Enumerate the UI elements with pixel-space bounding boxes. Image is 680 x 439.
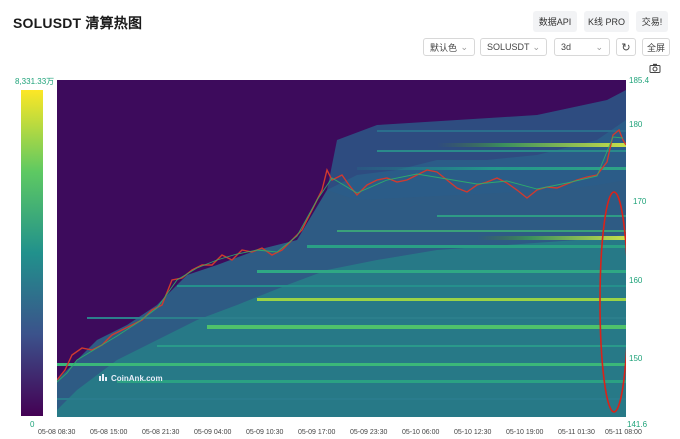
data-api-button[interactable]: 数据API [533, 11, 577, 32]
coinank-logo-icon [98, 373, 108, 384]
color-scale-bar [21, 90, 43, 416]
fullscreen-button[interactable]: 全屏 [642, 38, 670, 56]
symbol-value: SOLUSDT [487, 42, 530, 52]
chevron-down-icon: ⌄ [460, 42, 468, 52]
watermark-text: CoinAnk.com [111, 374, 163, 383]
x-tick-label: 05-08 21:30 [142, 429, 180, 436]
color-scale-max-label: 8,331.33万 [15, 77, 55, 86]
chevron-down-icon: ⌄ [532, 42, 540, 52]
refresh-icon: ↻ [621, 41, 631, 54]
trade-button[interactable]: 交易! [636, 11, 668, 32]
color-scheme-value: 默认色 [430, 42, 458, 53]
x-tick-label: 05-09 04:00 [194, 429, 232, 436]
x-tick-label: 05-09 17:00 [298, 429, 336, 436]
y-tick-label: 141.6 [627, 420, 648, 429]
y-tick-label: 160 [629, 276, 643, 285]
y-tick-label: 185.4 [629, 76, 650, 85]
x-tick-label: 05-11 08:00 [605, 429, 642, 436]
x-tick-label: 05-10 06:00 [402, 429, 440, 436]
color-scale-min-label: 0 [30, 420, 35, 429]
x-tick-label: 05-11 01:30 [558, 429, 595, 436]
period-select[interactable]: 3d ⌄ [554, 38, 610, 56]
x-tick-label: 05-08 15:00 [90, 429, 128, 436]
x-tick-label: 05-09 23:30 [350, 429, 388, 436]
y-tick-label: 180 [629, 120, 643, 129]
refresh-button[interactable]: ↻ [616, 38, 636, 56]
coinank-watermark: CoinAnk.com [98, 373, 163, 384]
symbol-select[interactable]: SOLUSDT ⌄ [480, 38, 547, 56]
x-tick-label: 05-10 12:30 [454, 429, 492, 436]
y-tick-label: 150 [629, 354, 643, 363]
camera-icon[interactable] [649, 63, 661, 76]
y-tick-label: 170 [633, 197, 647, 206]
page-title: SOLUSDT 清算热图 [13, 15, 143, 31]
x-tick-label: 05-09 10:30 [246, 429, 284, 436]
kline-pro-button[interactable]: K线 PRO [584, 11, 629, 32]
x-tick-label: 05-10 19:00 [506, 429, 544, 436]
chevron-down-icon: ⌄ [595, 42, 603, 52]
x-tick-label: 05-08 08:30 [38, 429, 76, 436]
period-value: 3d [561, 42, 572, 52]
liquidation-heatmap[interactable] [57, 80, 626, 417]
color-scheme-select[interactable]: 默认色 ⌄ [423, 38, 475, 56]
